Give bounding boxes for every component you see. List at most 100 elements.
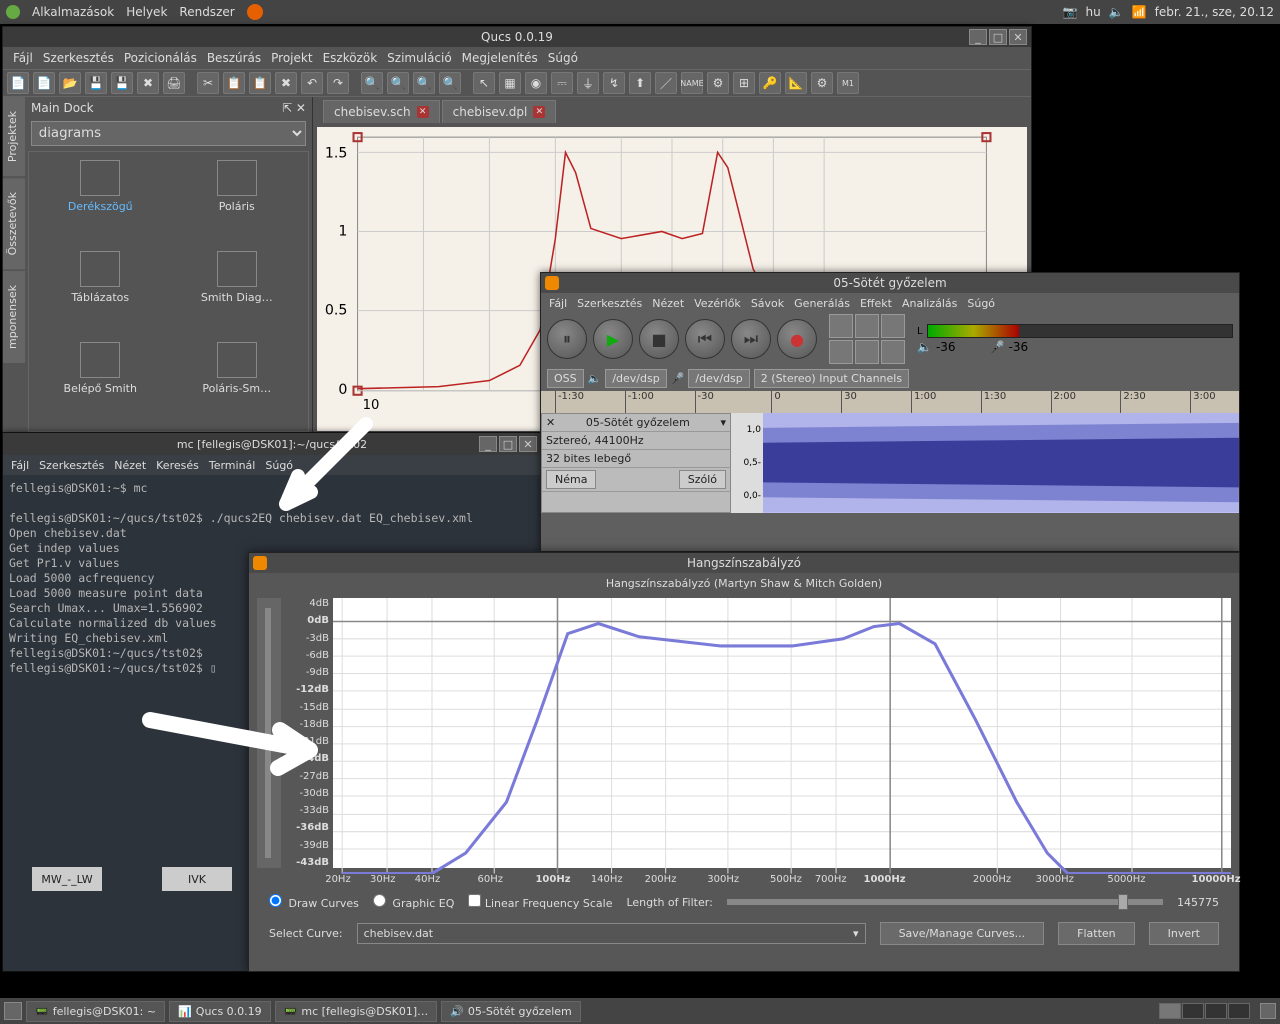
zoom-tool[interactable] [829,340,853,364]
out-combo[interactable]: /dev/dsp [605,369,666,388]
menu-file[interactable]: Fájl [9,49,37,67]
menu-view[interactable]: Nézet [114,459,146,472]
speaker-icon[interactable]: 🔈 [917,340,932,354]
device-icon[interactable]: 📷 [1063,5,1078,19]
mic-icon[interactable]: 🎤 [990,340,1005,354]
menu-position[interactable]: Pozicionálás [120,49,201,67]
menu-places[interactable]: Helyek [126,5,167,19]
record-button[interactable]: ● [777,319,817,359]
aud-timeline[interactable]: -1:30 -1:00 -30 0 30 1:00 1:30 2:00 2:30… [541,391,1239,413]
menu-help[interactable]: Súgó [265,459,293,472]
stop-button[interactable]: ■ [639,319,679,359]
maximize-button[interactable]: □ [989,29,1007,45]
m1-icon[interactable]: ⊞ [733,72,755,94]
menu-insert[interactable]: Beszúrás [203,49,265,67]
menu-help[interactable]: Súgó [967,297,995,310]
skip-end-button[interactable]: ⏭ [731,319,771,359]
eq-vslider[interactable] [257,598,281,868]
comp4-icon[interactable]: ⏚ [577,72,599,94]
invert-button[interactable]: Invert [1149,922,1219,945]
diag-table[interactable]: Táblázatos [37,251,164,332]
workspace-switcher[interactable] [1159,1003,1250,1019]
chk-linear[interactable]: Linear Frequency Scale [468,894,612,910]
host-combo[interactable]: OSS [547,369,584,388]
radio-draw[interactable]: Draw Curves [269,894,359,910]
clock[interactable]: febr. 21., sze, 20.12 [1155,5,1274,19]
delete-icon[interactable]: ✖ [275,72,297,94]
in-combo[interactable]: /dev/dsp [688,369,749,388]
tab-chebisev-sch[interactable]: chebisev.sch✕ [323,100,440,123]
trash-icon[interactable] [1260,1003,1276,1019]
zoomin-icon[interactable]: 🔍 [361,72,383,94]
timeshift-tool[interactable] [855,340,879,364]
waveform[interactable] [763,413,1239,513]
diag-polar[interactable]: Poláris [174,160,301,241]
diagrams-combo[interactable]: diagrams [31,121,307,146]
play-button[interactable]: ▶ [593,319,633,359]
tab-chebisev-dpl[interactable]: chebisev.dpl✕ [442,100,557,123]
save-curves-button[interactable]: Save/Manage Curves... [880,922,1045,945]
menu-help[interactable]: Súgó [544,49,582,67]
doc-icon[interactable]: 📄 [33,72,55,94]
menu-view[interactable]: Megjelenítés [458,49,542,67]
name-icon[interactable]: NAME [681,72,703,94]
menu-system[interactable]: Rendszer [179,5,234,19]
save-icon[interactable]: 💾 [85,72,107,94]
mute-button[interactable]: Néma [546,470,596,489]
menu-edit[interactable]: Szerkesztés [39,49,118,67]
multi-tool[interactable] [881,340,905,364]
tab-komponensek[interactable]: mponensek [3,271,25,363]
term-titlebar[interactable]: mc [fellegis@DSK01]:~/qucs/tst02 _□✕ [3,433,541,455]
undo-icon[interactable]: ↶ [301,72,323,94]
close-tab-icon[interactable]: ✕ [417,106,429,118]
print-icon[interactable]: 🖨 [163,72,185,94]
menu-file[interactable]: Fájl [549,297,567,310]
dock-detach-icon[interactable]: ⇱ ✕ [282,101,306,115]
minimize-button[interactable]: _ [969,29,987,45]
len-slider[interactable] [727,899,1163,905]
pointer-icon[interactable]: ↖ [473,72,495,94]
channels-combo[interactable]: 2 (Stereo) Input Channels [754,369,909,388]
show-desktop-icon[interactable] [4,1002,22,1020]
start-icon[interactable] [6,5,20,19]
envelope-tool[interactable] [855,314,879,338]
qucs-titlebar[interactable]: Qucs 0.0.19 _ □ ✕ [3,27,1031,47]
menu-ctrl[interactable]: Vezérlők [694,297,741,310]
close-tab-icon[interactable]: ✕ [533,106,545,118]
track-menu-icon[interactable]: ▾ [720,416,726,429]
gear-icon[interactable]: ⚙ [811,72,833,94]
menu-analyze[interactable]: Analizálás [902,297,957,310]
menu-view[interactable]: Nézet [652,297,684,310]
volume-icon[interactable]: 🔈 [1109,5,1124,19]
close-button[interactable]: ✕ [519,436,537,452]
pause-button[interactable]: ⏸ [547,319,587,359]
comp5-icon[interactable]: ↯ [603,72,625,94]
zoomfit-icon[interactable]: 🔍 [413,72,435,94]
menu-project[interactable]: Projekt [267,49,316,67]
tab-osszetevok[interactable]: Összetevők [3,178,25,269]
menu-gen[interactable]: Generálás [794,297,850,310]
menu-search[interactable]: Keresés [156,459,199,472]
aud-titlebar[interactable]: 05-Sötét győzelem [541,273,1239,293]
zoomout-icon[interactable]: 🔍 [387,72,409,94]
curve-combo[interactable]: chebisev.dat▾ [357,923,866,944]
comp1-icon[interactable]: ▦ [499,72,521,94]
menu-edit[interactable]: Szerkesztés [577,297,642,310]
menu-tools[interactable]: Eszközök [319,49,382,67]
menu-effect[interactable]: Effekt [860,297,892,310]
lang-indicator[interactable]: hu [1086,5,1101,19]
close-doc-icon[interactable]: ✖ [137,72,159,94]
diag-rect[interactable]: Derékszögű [37,160,164,241]
comp2-icon[interactable]: ◉ [525,72,547,94]
menu-file[interactable]: Fájl [11,459,29,472]
skip-start-button[interactable]: ⏮ [685,319,725,359]
network-icon[interactable]: 📶 [1132,5,1147,19]
sim-icon[interactable]: ⚙ [707,72,729,94]
saveall-icon[interactable]: 💾 [111,72,133,94]
task-term[interactable]: 📟 fellegis@DSK01: ~ [26,1001,165,1022]
paste-icon[interactable]: 📋 [249,72,271,94]
m2-icon[interactable]: M1 [837,72,859,94]
diag-polar-sm[interactable]: Poláris-Sm… [174,342,301,423]
select-tool[interactable] [829,314,853,338]
flatten-button[interactable]: Flatten [1058,922,1135,945]
